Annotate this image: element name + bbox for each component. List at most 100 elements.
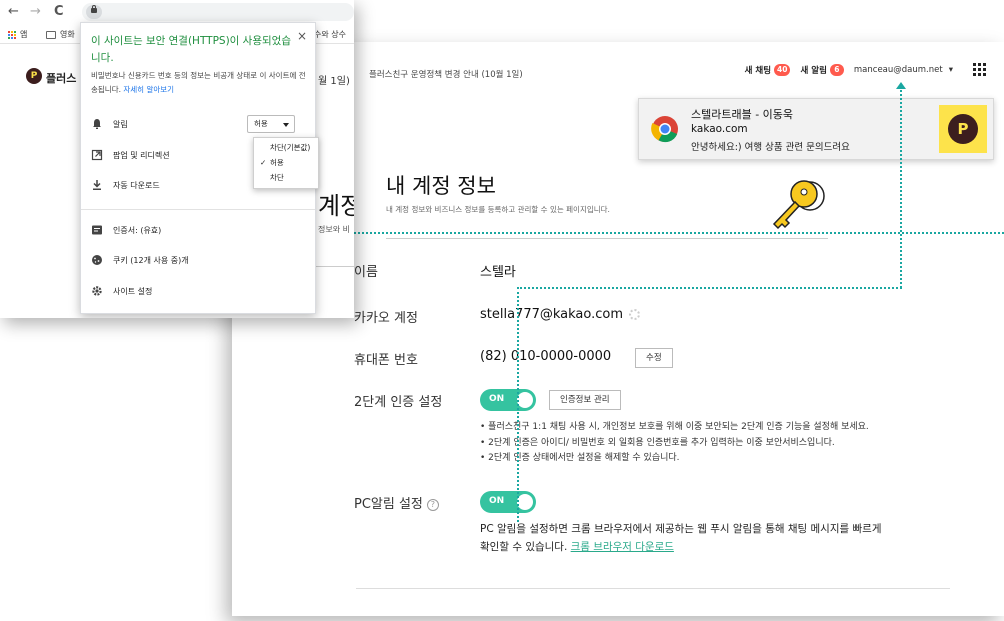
- chrome-download-link[interactable]: 크롬 브라우저 다운로드: [571, 541, 674, 553]
- lock-icon[interactable]: [86, 5, 102, 19]
- gear-icon: [92, 286, 102, 296]
- bookmark-label: 영화: [60, 30, 75, 39]
- annotation-line: [517, 287, 902, 289]
- service-name: 플러스: [46, 72, 77, 85]
- notification-site: kakao.com: [691, 123, 748, 135]
- browser-toolbar: ← → C: [0, 0, 354, 24]
- two-factor-bullets: • 플러스친구 1:1 채팅 사용 시, 개인정보 보호를 위해 이중 보안되는…: [480, 420, 869, 467]
- manage-auth-button[interactable]: 인증정보 관리: [549, 390, 621, 410]
- permission-notifications: 알림 허용: [91, 115, 307, 133]
- apps-grid-icon[interactable]: [973, 63, 986, 76]
- bookmark-label: 수와 상수: [314, 30, 346, 39]
- site-settings-row[interactable]: 사이트 설정: [91, 282, 307, 300]
- title-divider: [386, 238, 828, 239]
- cookie-icon: [92, 255, 102, 265]
- pc-alert-label-row: PC알림 설정?: [354, 493, 439, 512]
- annotation-line: [354, 232, 1004, 234]
- popup-icon: [91, 149, 103, 161]
- site-settings-label: 사이트 설정: [113, 286, 153, 296]
- address-bar[interactable]: [82, 3, 354, 21]
- new-alert-link[interactable]: 새 알림 6: [800, 63, 844, 76]
- notifications-dropdown-menu: 차단(기본값) ✓ 허용 차단: [253, 137, 319, 189]
- bullet-line: • 플러스친구 1:1 채팅 사용 시, 개인정보 보호를 위해 이중 보안되는…: [480, 422, 869, 432]
- dropdown-option-label: 차단: [270, 173, 284, 182]
- plusfriend-logo: P: [939, 105, 987, 153]
- pc-alert-label: PC알림 설정: [354, 497, 423, 512]
- permission-label: 팝업 및 리디렉션: [113, 150, 170, 160]
- alert-count-badge: 6: [829, 63, 844, 76]
- chrome-icon: [651, 116, 678, 143]
- chrome-notification[interactable]: 스텔라트래블 - 이동욱 kakao.com 안녕하세요:) 여행 상품 관련 …: [638, 98, 994, 160]
- back-icon[interactable]: ←: [8, 4, 19, 19]
- help-icon[interactable]: ?: [426, 498, 439, 511]
- bookmark-movies[interactable]: 영화: [46, 29, 75, 40]
- apps-icon: [8, 30, 16, 39]
- notifications-select-value: 허용: [254, 119, 268, 128]
- dropdown-option-block[interactable]: 차단: [254, 171, 320, 185]
- certificate-icon: [92, 225, 102, 235]
- two-factor-toggle-label: ON: [489, 394, 505, 404]
- two-factor-label: 2단계 인증 설정: [354, 395, 443, 410]
- notifications-select[interactable]: 허용: [247, 115, 295, 133]
- phone-value: (82) 010-0000-0000: [480, 349, 612, 364]
- pc-alert-toggle-label: ON: [489, 496, 505, 506]
- download-icon: [93, 180, 101, 190]
- bell-icon: [93, 119, 101, 129]
- two-factor-toggle[interactable]: ON: [480, 389, 536, 411]
- pc-alert-description: PC 알림을 설정하면 크롬 브라우저에서 제공하는 웹 푸시 알림을 통해 채…: [480, 520, 881, 556]
- page-description: 내 계정 정보와 비즈니스 정보를 등록하고 관리할 수 있는 페이지입니다.: [386, 205, 610, 214]
- notification-title: 스텔라트래블 - 이동욱: [691, 108, 794, 121]
- name-value: 스텔라: [480, 265, 516, 280]
- cookies-row[interactable]: 쿠키 (12개 사용 중)개: [91, 251, 307, 269]
- browser-window: ← → C 앱 영화 수와 상수 P 플러스 월 1일) 계정 정보와 비 이 …: [0, 0, 354, 318]
- kakao-account-row: stella777@kakao.com: [480, 307, 641, 322]
- bullet-line: • 2단계 인증 상태에서만 설정을 해제할 수 있습니다.: [480, 453, 680, 463]
- certificate-row[interactable]: 인증서: (유효): [91, 221, 307, 239]
- annotation-line: [900, 90, 902, 288]
- bookmark-numbers[interactable]: 수와 상수: [314, 29, 346, 40]
- secure-connection-heading: 이 사이트는 보안 연결(HTTPS)이 사용되었습니다.: [91, 35, 291, 64]
- name-label: 이름: [354, 265, 378, 280]
- new-alert-label: 새 알림: [800, 65, 827, 76]
- close-icon[interactable]: ×: [297, 29, 307, 43]
- dropdown-option-allow[interactable]: ✓ 허용: [254, 156, 320, 170]
- divider: [316, 266, 354, 267]
- kakao-account-label: 카카오 계정: [354, 311, 418, 326]
- checkmark-icon: ✓: [260, 158, 267, 167]
- plusfriend-logo-mark: P: [948, 114, 978, 144]
- kakao-account-value: stella777@kakao.com: [480, 307, 624, 322]
- bookmark-apps[interactable]: 앱: [8, 29, 27, 40]
- toggle-knob: [517, 392, 533, 408]
- toggle-knob: [517, 494, 533, 510]
- reload-icon[interactable]: C: [54, 4, 64, 19]
- chat-count-badge: 40: [774, 63, 791, 76]
- plusfriend-logo-icon: P: [26, 68, 42, 84]
- phone-label: 휴대폰 번호: [354, 353, 418, 368]
- popup-divider: [81, 209, 315, 210]
- forward-icon[interactable]: →: [30, 4, 41, 19]
- edit-phone-button[interactable]: 수정: [635, 348, 673, 368]
- bottom-divider: [356, 588, 950, 589]
- account-email: manceau@daum.net: [853, 64, 943, 75]
- account-menu[interactable]: manceau@daum.net ▾: [854, 65, 953, 75]
- key-icon: [772, 180, 825, 230]
- secure-connection-description: 비밀번호나 신용카드 번호 등의 정보는 비공개 상태로 이 사이트에 전송됩니…: [91, 69, 307, 97]
- settings-icon[interactable]: [629, 309, 641, 320]
- page-desc-tail: 정보와 비: [318, 225, 350, 234]
- bookmark-label: 앱: [20, 30, 28, 39]
- bullet-line: • 2단계 인증은 아이디/ 비밀번호 외 일회용 인증번호를 추가 입력하는 …: [480, 437, 835, 448]
- permission-label: 알림: [113, 119, 128, 129]
- pc-alert-toggle[interactable]: ON: [480, 491, 536, 513]
- new-chat-link[interactable]: 새 채팅 40: [745, 63, 791, 76]
- dropdown-arrow-icon: [283, 123, 289, 127]
- notification-message: 안녕하세요:) 여행 상품 관련 문의드려요: [691, 142, 850, 153]
- folder-icon: [46, 30, 56, 39]
- permission-label: 자동 다운로드: [113, 180, 160, 190]
- learn-more-link[interactable]: 자세히 알아보기: [123, 85, 174, 94]
- policy-notice-link[interactable]: 플러스친구 운영정책 변경 안내 (10월 1일): [369, 68, 523, 80]
- annotation-arrow: [896, 82, 906, 89]
- header-actions: 새 채팅 40 새 알림 6 manceau@daum.net ▾: [745, 63, 986, 76]
- pc-alert-desc-line: PC 알림을 설정하면 크롬 브라우저에서 제공하는 웹 푸시 알림을 통해 채…: [480, 523, 882, 535]
- page-title: 내 계정 정보: [386, 174, 496, 198]
- dropdown-option-block-default[interactable]: 차단(기본값): [254, 141, 320, 155]
